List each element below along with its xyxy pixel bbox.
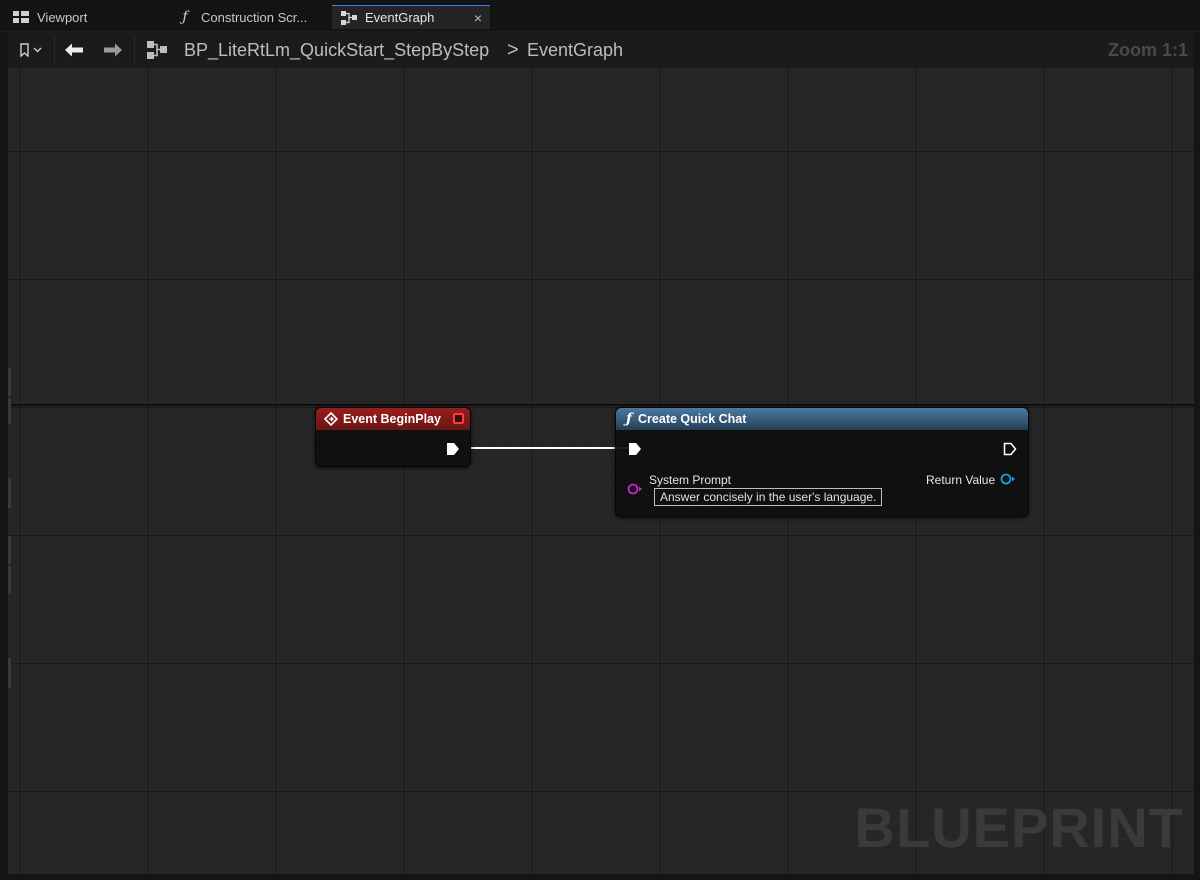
node-header: ƒ Create Quick Chat [616,408,1028,430]
node-title: Create Quick Chat [638,412,747,426]
tab-eventgraph[interactable]: EventGraph × [332,5,490,29]
event-beginplay-node[interactable]: Event BeginPlay [315,407,471,467]
edge-marker [8,566,11,594]
tab-label: EventGraph [365,10,435,25]
breadcrumb-separator: > [507,39,519,61]
node-header: Event BeginPlay [316,408,470,430]
viewport-icon [12,10,30,24]
exec-out-pin-icon[interactable] [446,442,460,456]
blueprint-watermark: BLUEPRINT [854,796,1184,859]
string-pin-icon[interactable] [627,483,643,495]
tab-viewport[interactable]: Viewport [4,5,164,29]
function-icon: ƒ [182,9,188,25]
exec-in-pin-icon[interactable] [628,442,642,456]
create-quick-chat-node[interactable]: ƒ Create Quick Chat System Prompt Answer… [615,407,1029,517]
object-pin-icon[interactable] [1000,473,1016,485]
forward-button[interactable] [99,38,127,62]
tab-bar: Viewport ƒ Construction Scr... EventGrap… [0,0,1200,32]
bookmark-icon [20,43,42,58]
function-icon: ƒ [626,411,633,427]
delegate-pin-icon[interactable] [453,413,464,424]
bookmark-dropdown-button[interactable] [12,38,48,62]
close-icon[interactable]: × [474,10,482,26]
blueprint-editor: Viewport ƒ Construction Scr... EventGrap… [0,0,1200,880]
back-button[interactable] [60,38,88,62]
graph-breadcrumb-icon [144,38,170,62]
tab-label: Construction Scr... [201,9,308,25]
breadcrumb-blueprint[interactable]: BP_LiteRtLm_QuickStart_StepByStep [184,38,489,62]
graph-canvas[interactable]: Event BeginPlay ƒ Create Quick Chat Syst… [8,68,1194,874]
edge-marker [8,368,11,396]
tab-construction-script[interactable]: ƒ Construction Scr... [168,5,328,29]
return-value-label: Return Value [926,473,996,487]
zoom-level: Zoom 1:1 [1107,40,1188,60]
graph-toolbar: BP_LiteRtLm_QuickStart_StepByStep > Even… [8,32,1194,68]
edge-marker [8,658,11,688]
edge-marker [8,478,11,508]
system-prompt-label: System Prompt [649,473,732,487]
event-icon [324,412,338,426]
tab-label: Viewport [37,9,88,25]
breadcrumb-graph[interactable]: EventGraph [527,38,623,62]
node-title: Event BeginPlay [343,412,441,426]
arrow-right-icon [104,43,122,57]
edge-marker [8,398,11,424]
graph-icon [340,10,358,25]
exec-out-pin-icon[interactable] [1003,442,1017,456]
system-prompt-input[interactable]: Answer concisely in the user's language. [654,488,883,506]
arrow-left-icon [65,43,83,57]
edge-marker [8,536,11,564]
